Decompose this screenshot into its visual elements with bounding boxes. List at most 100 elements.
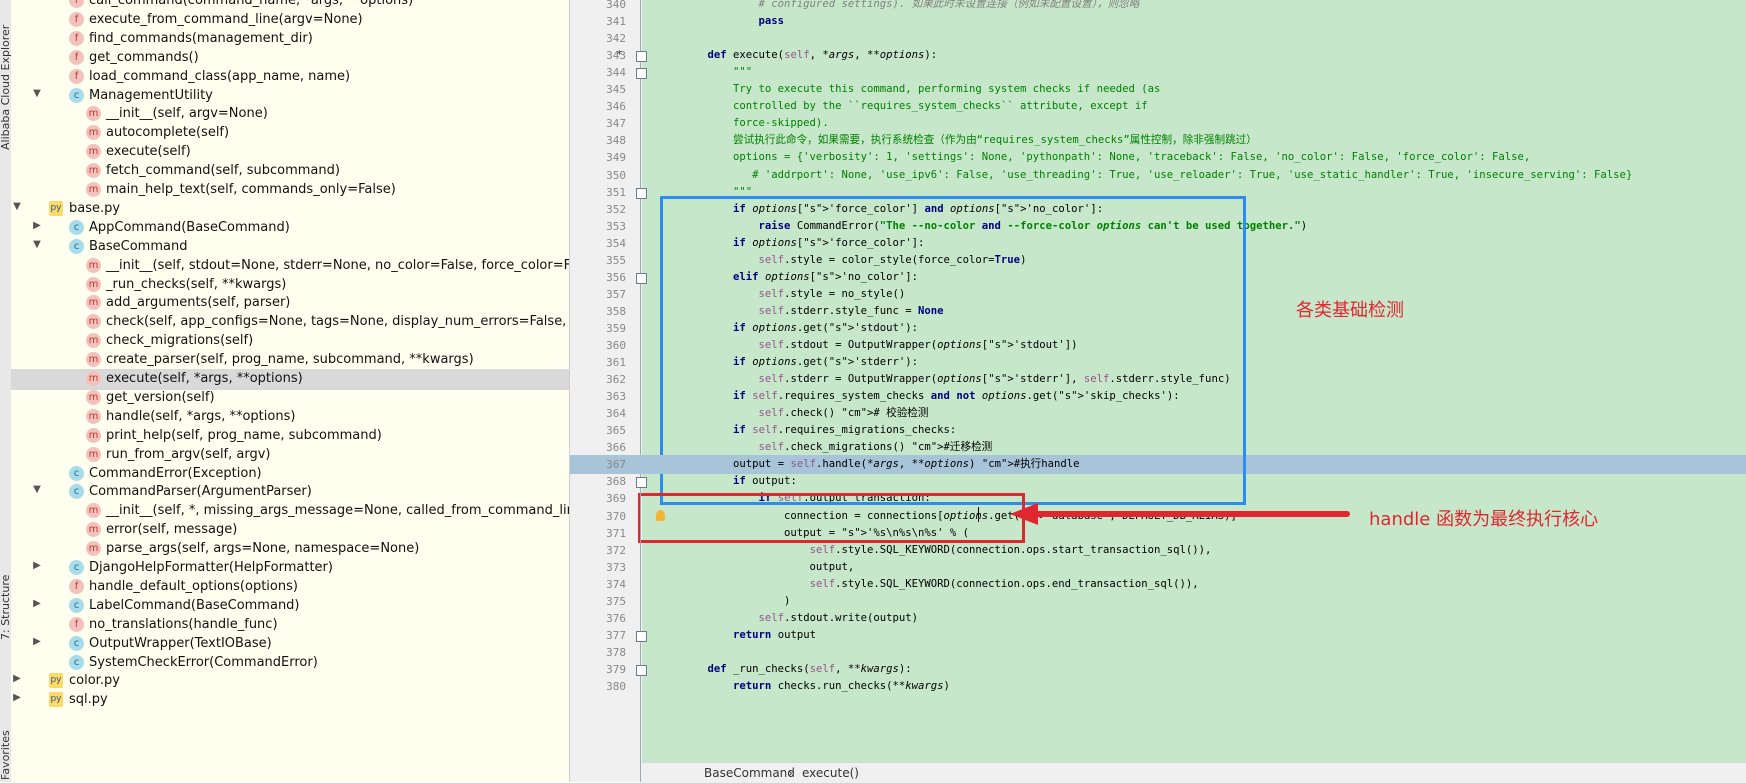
tree-item[interactable]: m fetch_command(self, subcommand) — [11, 161, 569, 182]
tree-item[interactable]: ▶ c OutputWrapper(TextIOBase) — [11, 634, 569, 655]
chevron-right-icon[interactable]: ▶ — [31, 636, 43, 647]
tree-item-label: print_help(self, prog_name, subcommand) — [106, 427, 382, 443]
class-icon: c — [69, 654, 84, 670]
structure-tree: f call_command(command_name, *args, **opt… — [11, 0, 570, 782]
tree-item[interactable]: ▼ c BaseCommand — [11, 237, 569, 258]
tree-item-label: BaseCommand — [89, 238, 188, 254]
tree-item-label: no_translations(handle_func) — [89, 616, 278, 632]
method-icon: m — [86, 257, 101, 273]
tree-item[interactable]: m run_from_argv(self, argv) — [11, 445, 569, 466]
fold-marker-icon[interactable] — [636, 664, 647, 676]
tree-item[interactable]: ▶ c DjangoHelpFormatter(HelpFormatter) — [11, 558, 569, 579]
tree-item[interactable]: ▶ py sql.py — [11, 690, 569, 711]
tree-item[interactable]: f get_commands() — [11, 48, 569, 69]
tree-item-label: sql.py — [69, 692, 108, 708]
tree-item-label: CommandError(Exception) — [89, 465, 262, 481]
python-file-icon: py — [49, 200, 63, 216]
method-icon: m — [86, 541, 101, 557]
tree-item[interactable]: m get_version(self) — [11, 388, 569, 409]
fold-marker-icon[interactable] — [636, 51, 647, 63]
text-caret — [978, 507, 979, 522]
class-icon: c — [69, 597, 84, 613]
breadcrumb-class[interactable]: BaseCommand — [704, 763, 795, 783]
tree-item-label: LabelCommand(BaseCommand) — [89, 597, 300, 613]
tree-item[interactable]: ▼ c CommandParser(ArgumentParser) — [11, 482, 569, 503]
method-icon: m — [86, 427, 101, 443]
tree-item-label: handle(self, *args, **options) — [106, 408, 296, 424]
tree-item[interactable]: m check(self, app_configs=None, tags=None… — [11, 312, 569, 333]
tree-item[interactable]: m execute(self) — [11, 142, 569, 163]
tree-item[interactable]: f no_translations(handle_func) — [11, 615, 569, 636]
fold-marker-icon[interactable] — [636, 272, 647, 284]
chevron-right-icon[interactable]: ▶ — [31, 560, 43, 571]
tree-item[interactable]: m autocomplete(self) — [11, 123, 569, 144]
annotation-handle-core-label: handle 函数为最终执行核心 — [1369, 509, 1599, 530]
tree-item[interactable]: m main_help_text(self, commands_only=Fals… — [11, 180, 569, 201]
fold-marker-icon[interactable] — [636, 477, 647, 489]
fold-marker-icon[interactable] — [636, 187, 647, 199]
chevron-right-icon[interactable]: ▶ — [31, 220, 43, 231]
tree-item[interactable]: ▶ py color.py — [11, 671, 569, 692]
method-icon: m — [86, 276, 101, 292]
bookmark-icon[interactable]: * — [616, 48, 623, 61]
method-icon: m — [86, 333, 101, 349]
tree-item[interactable]: m _run_checks(self, **kwargs) — [11, 275, 569, 296]
fold-marker-icon[interactable] — [636, 68, 647, 80]
tree-item[interactable]: ▶ c LabelCommand(BaseCommand) — [11, 596, 569, 617]
method-icon: m — [86, 352, 101, 368]
chevron-down-icon[interactable]: ▼ — [31, 239, 43, 250]
function-icon: f — [69, 68, 84, 84]
tree-item-label: SystemCheckError(CommandError) — [89, 654, 318, 670]
tree-item[interactable]: m parse_args(self, args=None, namespace=N… — [11, 539, 569, 560]
tree-item[interactable]: f handle_default_options(options) — [11, 577, 569, 598]
code-line[interactable]: return output — [682, 626, 816, 645]
tree-item[interactable]: m check_migrations(self) — [11, 331, 569, 352]
lightbulb-icon[interactable] — [656, 510, 665, 521]
tree-item-label: color.py — [69, 673, 120, 689]
tree-item[interactable]: m handle(self, *args, **options) — [11, 407, 569, 428]
method-icon: m — [86, 446, 101, 462]
tree-item[interactable]: c SystemCheckError(CommandError) — [11, 653, 569, 674]
tree-item[interactable]: m __init__(self, argv=None) — [11, 104, 569, 125]
breadcrumb: BaseCommand › execute() — [642, 762, 1746, 783]
method-icon: m — [86, 389, 101, 405]
tree-item-label: DjangoHelpFormatter(HelpFormatter) — [89, 560, 333, 575]
code-line[interactable]: return checks.run_checks(**kwargs) — [682, 677, 950, 696]
chevron-down-icon[interactable]: ▼ — [31, 484, 43, 495]
function-icon: f — [69, 578, 84, 594]
tree-item[interactable]: ▼ py base.py — [11, 199, 569, 220]
tree-item[interactable]: f find_commands(management_dir) — [11, 29, 569, 50]
tree-item[interactable]: m error(self, message) — [11, 520, 569, 541]
code-line[interactable]: # 'addrport': None, 'use_ipv6': False, '… — [682, 166, 1632, 185]
chevron-right-icon[interactable]: ▶ — [11, 673, 23, 684]
tree-item[interactable]: ▼ c ManagementUtility — [11, 86, 569, 107]
function-icon: f — [69, 49, 84, 65]
tree-item-label: run_from_argv(self, argv) — [106, 446, 271, 462]
chevron-right-icon[interactable]: ▶ — [31, 598, 43, 609]
tree-item[interactable]: ▶ c AppCommand(BaseCommand) — [11, 218, 569, 239]
chevron-right-icon[interactable]: ▶ — [11, 692, 23, 703]
tree-item[interactable]: m execute(self, *args, **options) — [11, 369, 569, 390]
tree-item-label: call_command(command_name, *args, **opti… — [89, 0, 414, 8]
tree-item-label: handle_default_options(options) — [89, 578, 298, 594]
breadcrumb-method[interactable]: execute() — [802, 763, 859, 783]
tree-item[interactable]: m __init__(self, stdout=None, stderr=None… — [11, 256, 569, 277]
tree-item-label: parse_args(self, args=None, namespace=No… — [106, 541, 420, 557]
tree-item[interactable]: m create_parser(self, prog_name, subcomma… — [11, 350, 569, 371]
tree-item[interactable]: m print_help(self, prog_name, subcommand) — [11, 426, 569, 447]
tree-item-label: load_command_class(app_name, name) — [89, 68, 351, 84]
annotation-arrow-head — [1010, 503, 1038, 525]
breadcrumb-separator: › — [788, 766, 793, 780]
tree-item[interactable]: f load_command_class(app_name, name) — [11, 67, 569, 88]
code-line[interactable]: pass — [682, 12, 785, 31]
tree-item[interactable]: m __init__(self, *, missing_args_message=… — [11, 501, 569, 522]
tree-item[interactable]: f execute_from_command_line(argv=None) — [11, 10, 569, 31]
chevron-down-icon[interactable]: ▼ — [11, 201, 23, 212]
chevron-down-icon[interactable]: ▼ — [31, 88, 43, 99]
fold-marker-icon[interactable] — [636, 630, 647, 642]
method-icon: m — [86, 144, 101, 160]
tree-item[interactable]: m add_arguments(self, parser) — [11, 293, 569, 314]
tree-item-label: get_version(self) — [106, 389, 215, 405]
annotation-blue-box — [660, 196, 1246, 505]
tree-item[interactable]: c CommandError(Exception) — [11, 464, 569, 485]
